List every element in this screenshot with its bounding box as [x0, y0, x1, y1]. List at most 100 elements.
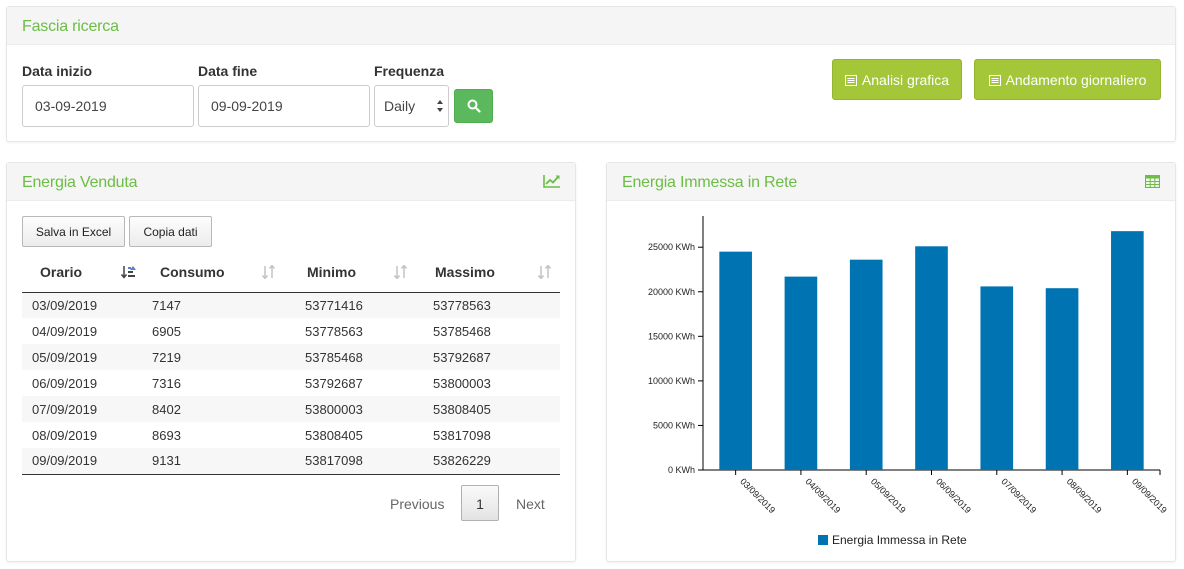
column-header-orario[interactable]: Orario	[22, 253, 150, 293]
cell-orario: 03/09/2019	[22, 292, 150, 318]
legend-label: Energia Immessa in Rete	[832, 533, 967, 547]
cell-minimo: 53817098	[284, 448, 412, 475]
bar	[719, 251, 752, 470]
cell-consumo: 8402	[150, 396, 284, 422]
x-tick-label: 08/09/2019	[1065, 476, 1104, 515]
energia-venduta-title: Energia Venduta	[22, 174, 138, 191]
search-icon	[467, 99, 481, 113]
end-date-label: Data fine	[198, 63, 258, 79]
sort-both-icon	[537, 264, 553, 282]
energia-venduta-table: Orario Consumo Minimo Massimo 03/09/2019…	[22, 253, 560, 475]
y-tick-label: 10000 KWh	[648, 376, 695, 386]
cell-orario: 04/09/2019	[32, 323, 98, 339]
bar	[1045, 288, 1079, 470]
y-tick-label: 25000 KWh	[648, 242, 695, 252]
y-tick-label: 0 KWh	[668, 465, 695, 475]
select-arrows-icon	[436, 98, 444, 117]
pagination-previous[interactable]: Previous	[390, 496, 444, 512]
cell-minimo: 53778563	[305, 323, 363, 339]
cell-minimo: 53800003	[284, 396, 412, 422]
column-label: Orario	[40, 264, 83, 280]
x-tick-label: 07/09/2019	[999, 476, 1038, 515]
cell-massimo: 53785468	[433, 323, 491, 339]
x-tick-label: 04/09/2019	[804, 476, 843, 515]
bar	[915, 246, 948, 470]
table-row: 06/09/2019 7316 53792687 53800003	[22, 370, 560, 396]
start-date-label: Data inizio	[22, 63, 93, 79]
search-panel: Fascia ricerca Data inizio Data fine Fre…	[6, 6, 1176, 142]
frequency-select-value: Daily	[384, 98, 416, 114]
cell-consumo: 7316	[152, 375, 181, 391]
table-row: 05/09/2019 7219 53785468 53792687	[22, 344, 560, 370]
cell-orario: 05/09/2019	[22, 344, 150, 370]
cell-orario: 08/09/2019	[32, 427, 98, 443]
list-icon	[988, 75, 1001, 86]
y-tick-label: 15000 KWh	[648, 331, 695, 341]
energia-immessa-title: Energia Immessa in Rete	[622, 174, 798, 191]
cell-consumo: 7219	[150, 344, 284, 370]
y-tick-label: 20000 KWh	[648, 287, 695, 297]
cell-orario: 07/09/2019	[22, 396, 150, 422]
cell-minimo: 53771416	[284, 292, 412, 318]
cell-massimo: 53800003	[433, 375, 491, 391]
table-header-row: Orario Consumo Minimo Massimo	[22, 253, 560, 293]
cell-consumo: 6905	[152, 323, 181, 339]
frequency-label: Frequenza	[374, 63, 445, 79]
energia-venduta-header: Energia Venduta	[7, 163, 575, 201]
table-icon[interactable]	[1144, 174, 1161, 193]
line-chart-icon[interactable]	[543, 174, 561, 193]
cell-minimo: 53792687	[305, 375, 363, 391]
search-panel-title: Fascia ricerca	[22, 18, 119, 35]
table-row: 04/09/2019 6905 53778563 53785468	[22, 318, 560, 344]
legend-swatch	[818, 535, 828, 545]
cell-orario: 09/09/2019	[22, 448, 150, 475]
sort-ascending-icon	[120, 265, 137, 282]
x-tick-label: 03/09/2019	[738, 476, 777, 515]
column-label: Minimo	[307, 264, 356, 280]
x-tick-label: 06/09/2019	[934, 476, 973, 515]
frequency-select[interactable]: Daily	[374, 85, 449, 127]
column-header-consumo[interactable]: Consumo	[150, 253, 284, 293]
bar	[849, 259, 883, 470]
andamento-giornaliero-button[interactable]: Andamento giornaliero	[974, 59, 1161, 100]
column-header-massimo[interactable]: Massimo	[412, 253, 560, 293]
x-tick-label: 09/09/2019	[1130, 476, 1169, 515]
energia-immessa-chart: 0 KWh 5000 KWh 10000 KWh 15000 KWh 20000 KWh…	[648, 216, 1169, 547]
column-label: Consumo	[160, 264, 225, 280]
pagination-page-1[interactable]: 1	[461, 485, 499, 521]
cell-massimo: 53778563	[412, 292, 560, 318]
cell-massimo: 53808405	[412, 396, 560, 422]
energia-immessa-panel: Energia Immessa in Rete 0 KWh 5000 KWh 100…	[606, 162, 1176, 562]
end-date-input[interactable]	[198, 85, 370, 127]
x-tick-label: 05/09/2019	[869, 476, 908, 515]
list-icon	[844, 75, 857, 86]
andamento-giornaliero-label: Andamento giornaliero	[1005, 72, 1147, 88]
search-button[interactable]	[454, 89, 493, 123]
y-tick-label: 5000 KWh	[653, 420, 695, 430]
column-header-minimo[interactable]: Minimo	[284, 253, 412, 293]
table-row: 07/09/2019 8402 53800003 53808405	[22, 396, 560, 422]
cell-consumo: 8693	[152, 427, 181, 443]
energia-venduta-panel: Energia Venduta Salva in Excel Copia dat…	[6, 162, 576, 562]
search-panel-header: Fascia ricerca	[7, 7, 1175, 45]
cell-orario: 06/09/2019	[32, 375, 98, 391]
pagination-next[interactable]: Next	[516, 496, 545, 512]
start-date-input[interactable]	[22, 85, 194, 127]
table-row: 03/09/2019 7147 53771416 53778563	[22, 292, 560, 318]
table-row: 08/09/2019 8693 53808405 53817098	[22, 422, 560, 448]
sort-both-icon	[261, 264, 277, 282]
cell-minimo: 53808405	[305, 427, 363, 443]
analisi-grafica-button[interactable]: Analisi grafica	[832, 59, 962, 100]
cell-massimo: 53792687	[412, 344, 560, 370]
cell-minimo: 53785468	[284, 344, 412, 370]
cell-consumo: 7147	[150, 292, 284, 318]
copia-dati-button[interactable]: Copia dati	[129, 216, 212, 247]
analisi-grafica-label: Analisi grafica	[861, 72, 950, 88]
salva-excel-button[interactable]: Salva in Excel	[22, 216, 125, 247]
column-label: Massimo	[435, 264, 495, 280]
table-row: 09/09/2019 9131 53817098 53826229	[22, 448, 560, 475]
bar	[1111, 231, 1144, 470]
energia-immessa-header: Energia Immessa in Rete	[607, 163, 1175, 201]
cell-massimo: 53826229	[412, 448, 560, 475]
cell-massimo: 53817098	[433, 427, 491, 443]
